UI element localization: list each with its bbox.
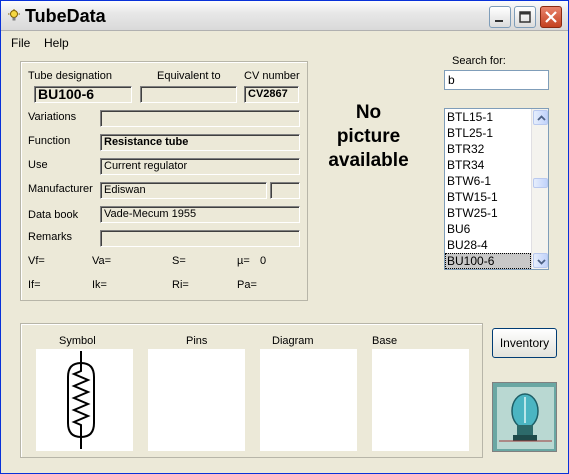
va-label: Va= — [92, 255, 112, 267]
maximize-icon — [519, 11, 531, 23]
symbol-panel — [36, 349, 133, 451]
use-label: Use — [28, 159, 48, 171]
list-item-selected[interactable]: BU100-6 — [445, 253, 531, 269]
cv-number-label: CV number — [244, 70, 300, 82]
symbol-label: Symbol — [59, 335, 96, 347]
list-scrollbar[interactable] — [531, 109, 548, 269]
tube-designation-label: Tube designation — [28, 70, 112, 82]
tube-list: BTL15-1 BTL25-1 BTR32 BTR34 BTW6-1 BTW15… — [445, 109, 531, 269]
inventory-button[interactable]: Inventory — [492, 328, 557, 358]
pins-label: Pins — [186, 335, 208, 347]
maximize-button[interactable] — [514, 6, 536, 28]
s-label: S= — [172, 255, 186, 267]
pa-label: Pa= — [237, 279, 257, 291]
list-item[interactable]: BU6 — [445, 221, 531, 237]
variations-field[interactable] — [100, 110, 300, 127]
ik-label: Ik= — [92, 279, 107, 291]
mu-label: µ= — [237, 255, 250, 267]
minimize-button[interactable] — [489, 6, 511, 28]
menu-bar: File Help — [1, 32, 568, 54]
list-item[interactable]: BTL15-1 — [445, 109, 531, 125]
databook-field[interactable]: Vade-Mecum 1955 — [100, 206, 300, 223]
if-label: If= — [28, 279, 41, 291]
mu-value: 0 — [260, 255, 267, 267]
list-item[interactable]: BTL25-1 — [445, 125, 531, 141]
databook-label: Data book — [28, 209, 79, 221]
base-panel — [372, 349, 469, 451]
lightbulb-icon — [7, 9, 21, 23]
minimize-icon — [495, 20, 503, 22]
diagram-label: Diagram — [272, 335, 314, 347]
equivalent-label: Equivalent to — [157, 70, 221, 82]
base-label: Base — [372, 335, 398, 347]
scroll-thumb[interactable] — [533, 178, 548, 188]
main-window: TubeData File Help Tube designation Equi… — [0, 0, 569, 474]
no-picture-line-3: available — [328, 150, 409, 171]
no-picture-line-1: No — [355, 102, 382, 123]
title-bar[interactable]: TubeData — [1, 1, 568, 31]
list-item[interactable]: BTW25-1 — [445, 205, 531, 221]
diagram-panel — [260, 349, 357, 451]
list-item[interactable]: BTW6-1 — [445, 173, 531, 189]
window-title: TubeData — [25, 6, 106, 26]
remarks-field[interactable] — [100, 230, 300, 247]
list-item[interactable]: BTW15-1 — [445, 189, 531, 205]
list-item[interactable]: BTR32 — [445, 141, 531, 157]
tube-logo-icon — [492, 382, 557, 452]
menu-file[interactable]: File — [11, 36, 30, 50]
remarks-label: Remarks — [28, 231, 73, 243]
pins-panel — [148, 349, 245, 451]
close-button[interactable] — [540, 6, 562, 28]
no-picture-message: No picture available — [316, 101, 421, 173]
tube-listbox[interactable]: BTL15-1 BTL25-1 BTR32 BTR34 BTW6-1 BTW15… — [444, 108, 549, 270]
search-input[interactable]: b — [444, 70, 549, 90]
equivalent-field[interactable] — [140, 86, 237, 103]
search-label: Search for: — [452, 55, 506, 67]
menu-help[interactable]: Help — [44, 36, 69, 50]
ri-label: Ri= — [172, 279, 189, 291]
list-item[interactable]: BU28-4 — [445, 237, 531, 253]
list-item[interactable]: BTR34 — [445, 157, 531, 173]
cv-number-field[interactable]: CV2867 — [244, 86, 299, 103]
scroll-down-button[interactable] — [533, 253, 548, 268]
chevron-down-icon — [537, 259, 546, 265]
vf-label: Vf= — [28, 255, 45, 267]
no-picture-line-2: picture — [336, 126, 401, 147]
use-field[interactable]: Current regulator — [100, 158, 300, 175]
function-field[interactable]: Resistance tube — [100, 134, 300, 151]
manufacturer-extra-field[interactable] — [270, 182, 300, 199]
variations-label: Variations — [28, 111, 77, 123]
scroll-up-button[interactable] — [533, 110, 548, 125]
function-label: Function — [28, 135, 71, 147]
chevron-up-icon — [537, 115, 546, 121]
resistance-tube-symbol-icon — [67, 351, 95, 449]
tube-designation-field[interactable]: BU100-6 — [34, 86, 132, 103]
manufacturer-field[interactable]: Ediswan — [100, 182, 267, 199]
close-icon — [545, 11, 557, 23]
manufacturer-label: Manufacturer — [28, 183, 93, 195]
